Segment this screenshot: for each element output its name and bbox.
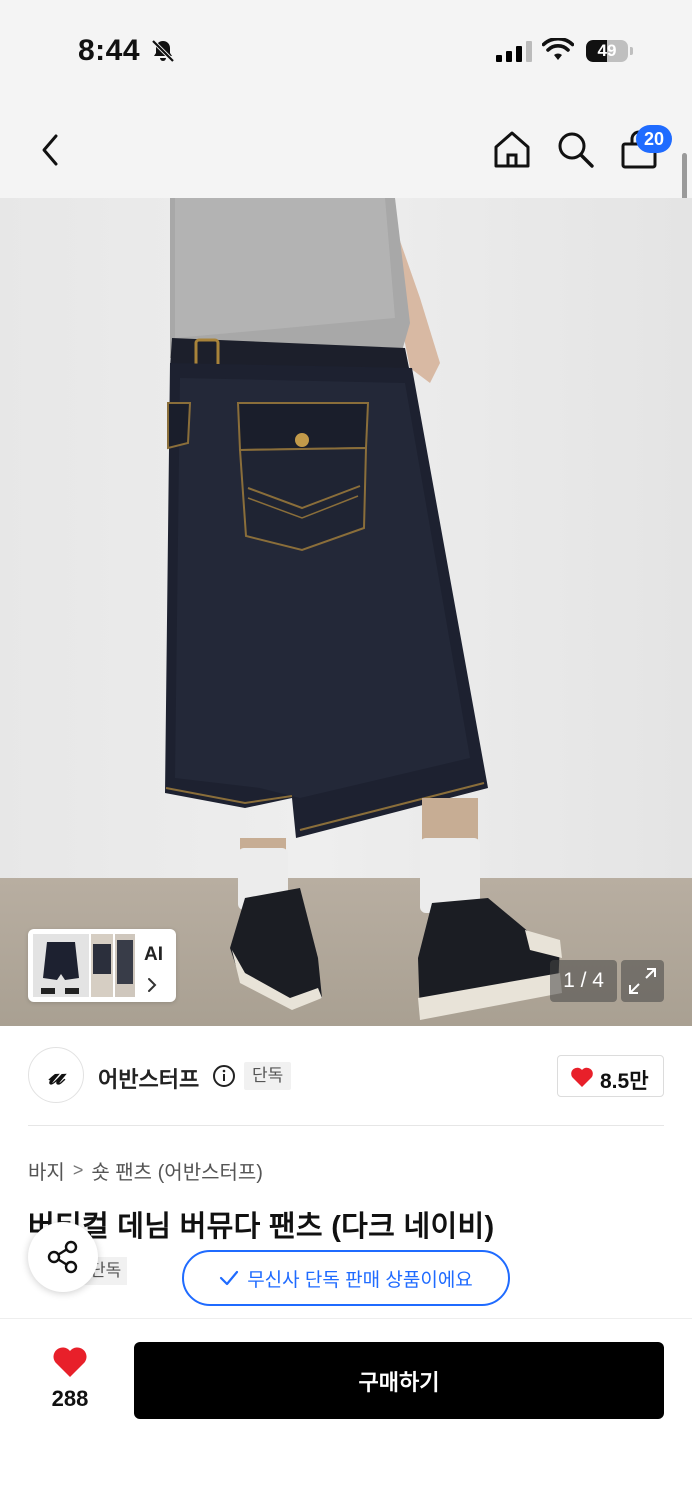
brand-logo[interactable]: 𝓊 <box>28 1047 84 1103</box>
buy-button[interactable]: 구매하기 <box>134 1342 664 1419</box>
chevron-right-icon <box>146 976 158 999</box>
product-illustration <box>165 198 562 1020</box>
breadcrumb: 바지 > 숏 팬츠 (어반스터프) <box>28 1156 263 1185</box>
wishlist-count: 288 <box>51 1386 89 1411</box>
brand-name[interactable]: 어반스터프 <box>98 1062 199 1094</box>
breadcrumb-category[interactable]: 바지 <box>28 1156 65 1185</box>
cart-count-badge: 20 <box>636 125 672 153</box>
wifi-icon <box>541 36 575 67</box>
exclusive-sale-pill[interactable]: 무신사 단독 판매 상품이에요 <box>182 1250 510 1306</box>
brand-like-count: 8.5만 <box>600 1070 649 1093</box>
expand-icon[interactable] <box>621 960 664 1002</box>
heart-icon <box>571 1067 593 1087</box>
product-title: 버티컬 데님 버뮤다 팬츠 (다크 네이비) <box>28 1211 495 1243</box>
wishlist-heart-icon[interactable] <box>52 1346 88 1383</box>
product-image[interactable] <box>0 198 692 1026</box>
brand-like-button[interactable]: 8.5만 <box>557 1055 664 1097</box>
info-icon[interactable] <box>212 1064 236 1093</box>
share-icon <box>47 1240 78 1274</box>
back-icon[interactable] <box>36 132 64 173</box>
divider <box>28 1125 664 1126</box>
search-icon[interactable] <box>556 130 596 175</box>
battery-icon: 49 <box>586 40 628 62</box>
share-button[interactable] <box>28 1222 98 1292</box>
status-time: 8:44 <box>78 34 141 67</box>
breadcrumb-separator: > <box>72 1160 84 1180</box>
ai-label: AI <box>144 944 163 965</box>
breadcrumb-subcategory[interactable]: 숏 팬츠 (어반스터프) <box>91 1156 263 1185</box>
cellular-signal-icon <box>496 40 532 62</box>
exclusive-sale-label: 무신사 단독 판매 상품이에요 <box>247 1269 473 1291</box>
ai-thumbnail-images <box>33 934 135 997</box>
image-counter: 1 / 4 <box>550 960 617 1002</box>
silent-bell-icon <box>150 38 176 69</box>
check-icon <box>220 1270 239 1286</box>
exclusive-tag: 단독 <box>244 1062 292 1090</box>
home-icon[interactable] <box>492 129 532 174</box>
